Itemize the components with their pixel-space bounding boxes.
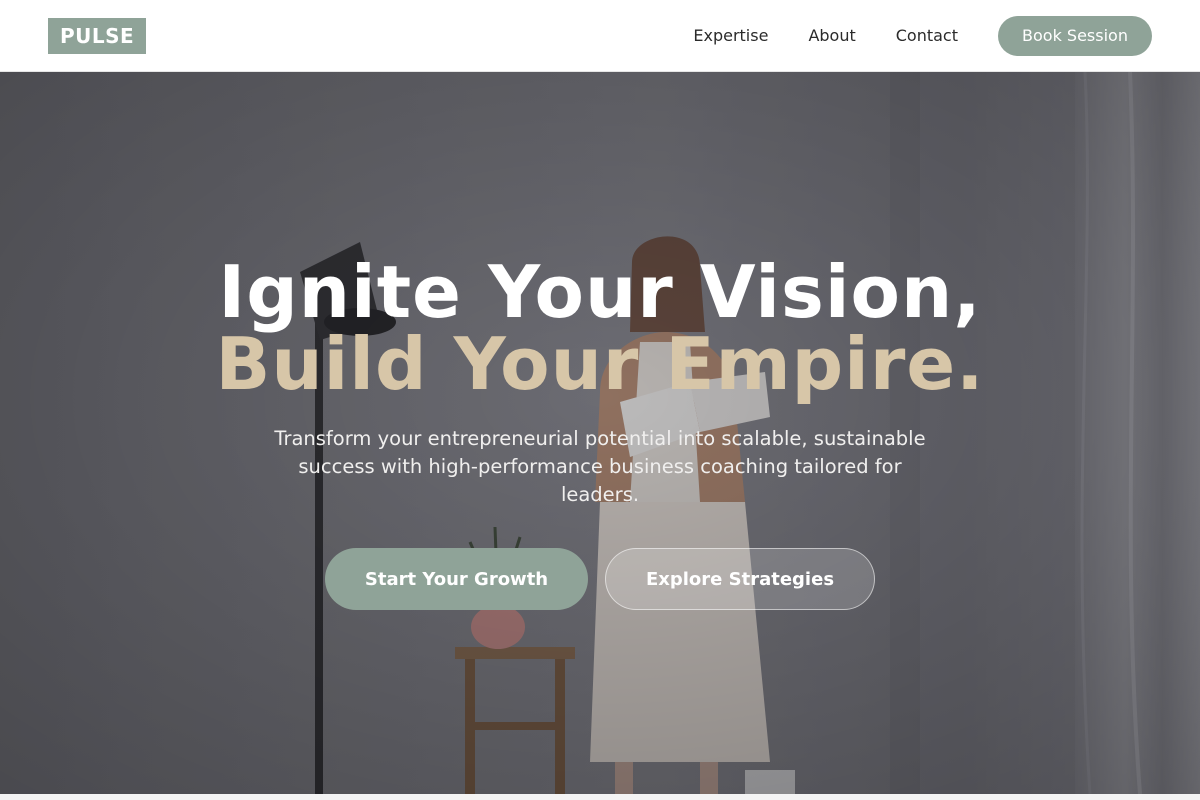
hero-headline-line2: Build Your Empire. — [215, 322, 985, 406]
main-nav: Expertise About Contact Book Session — [693, 15, 1152, 56]
next-section-edge — [0, 794, 1200, 800]
nav-link-expertise[interactable]: Expertise — [693, 26, 768, 45]
logo[interactable]: PULSE — [48, 17, 147, 54]
hero-section: Ignite Your Vision, Build Your Empire. T… — [0, 72, 1200, 794]
explore-strategies-button[interactable]: Explore Strategies — [605, 548, 875, 610]
site-header: PULSE Expertise About Contact Book Sessi… — [0, 0, 1200, 72]
nav-link-about[interactable]: About — [808, 26, 855, 45]
start-growth-button[interactable]: Start Your Growth — [325, 548, 588, 610]
nav-link-contact[interactable]: Contact — [896, 26, 958, 45]
hero-subtitle: Transform your entrepreneurial potential… — [274, 427, 926, 506]
book-session-button[interactable]: Book Session — [998, 15, 1152, 56]
hero-content: Ignite Your Vision, Build Your Empire. T… — [0, 72, 1200, 794]
hero-headline-line1: Ignite Your Vision, — [218, 250, 982, 334]
